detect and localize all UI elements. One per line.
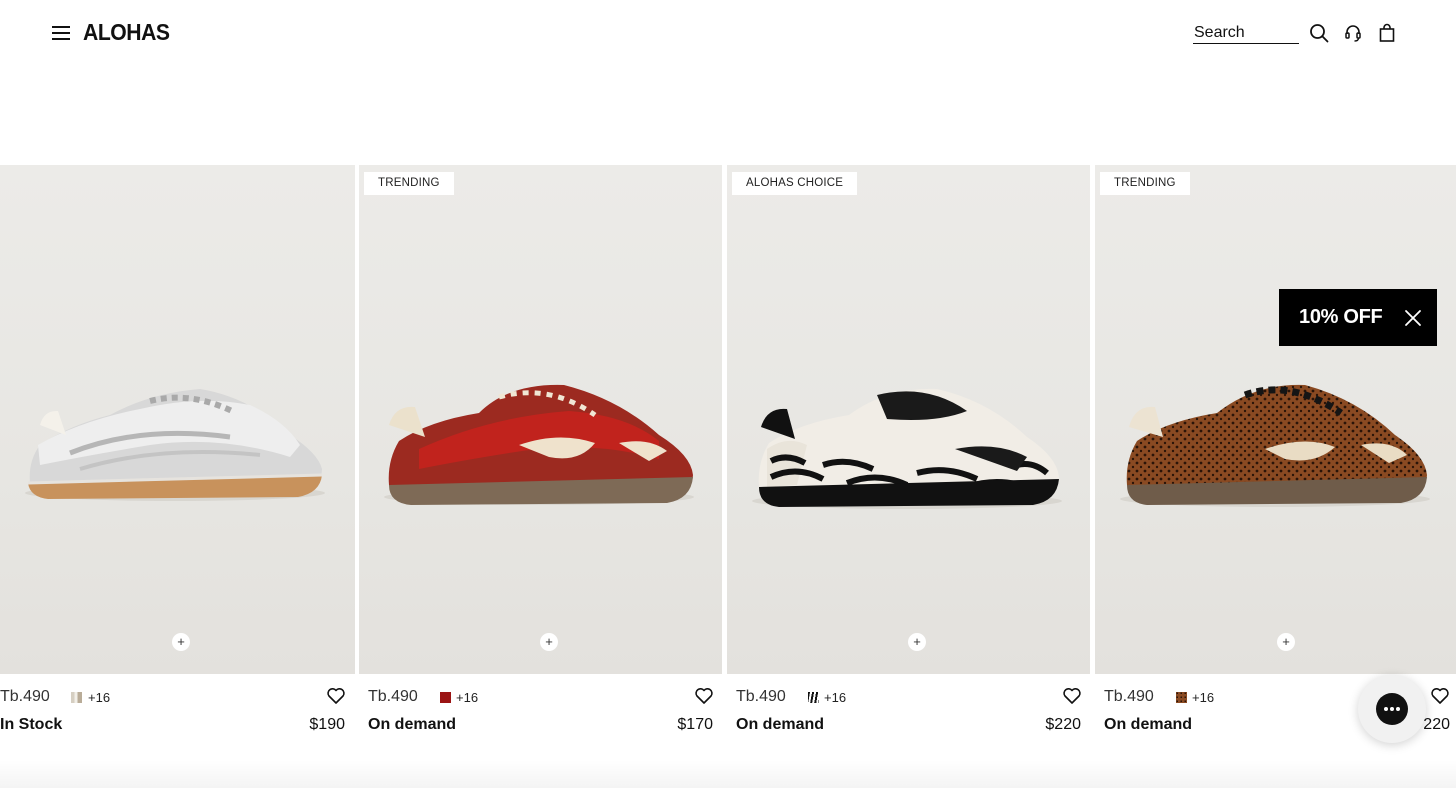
- product-price: $170: [677, 716, 713, 733]
- product-card[interactable]: ALOHAS CHOICE +: [727, 165, 1090, 674]
- product-badge: TRENDING: [1100, 172, 1190, 195]
- product-price: 220: [1423, 716, 1450, 733]
- brand-logo[interactable]: ALOHAS: [83, 19, 170, 46]
- product-model[interactable]: Tb.490: [0, 688, 50, 706]
- more-colors[interactable]: +16: [88, 690, 110, 705]
- shopping-bag-icon[interactable]: [1376, 22, 1398, 44]
- wishlist-heart-icon[interactable]: [694, 686, 714, 706]
- discount-promo-banner[interactable]: 10% OFF: [1279, 289, 1437, 346]
- product-model[interactable]: Tb.490: [1104, 688, 1154, 706]
- close-icon[interactable]: [1403, 308, 1423, 328]
- more-colors[interactable]: +16: [1192, 690, 1214, 705]
- color-swatch[interactable]: [808, 692, 819, 703]
- quick-add-button[interactable]: +: [1277, 633, 1295, 651]
- availability-status: On demand: [736, 716, 825, 733]
- availability-status: On demand: [368, 716, 457, 733]
- silver-sneaker-image: [25, 389, 325, 501]
- leopard-sneaker-image: [1120, 384, 1430, 507]
- product-info: Tb.490 +16 On demand $220: [736, 684, 1090, 744]
- product-price: $190: [309, 716, 345, 733]
- search-input[interactable]: Search: [1193, 22, 1299, 44]
- site-header: ALOHAS Search: [0, 0, 1456, 70]
- customer-service-icon[interactable]: [1342, 22, 1364, 44]
- color-swatch[interactable]: [71, 692, 82, 703]
- hamburger-menu-icon[interactable]: [50, 22, 72, 44]
- chat-bubble-icon: [1376, 693, 1408, 725]
- more-colors[interactable]: +16: [456, 690, 478, 705]
- product-info: Tb.490 +16 On demand $170: [368, 684, 722, 744]
- product-grid: + TRENDING + ALOHAS CHOICE + TRENDING +: [0, 165, 1456, 674]
- product-card[interactable]: TRENDING +: [359, 165, 722, 674]
- promo-label[interactable]: 10% OFF: [1299, 306, 1383, 329]
- zebra-sneaker-image: [752, 388, 1062, 509]
- quick-add-button[interactable]: +: [908, 633, 926, 651]
- product-badge: ALOHAS CHOICE: [732, 172, 858, 195]
- red-sneaker-image: [384, 384, 694, 505]
- wishlist-heart-icon[interactable]: [326, 686, 346, 706]
- quick-add-button[interactable]: +: [172, 633, 190, 651]
- availability-status: On demand: [1104, 716, 1193, 733]
- product-price: $220: [1045, 716, 1081, 733]
- product-model[interactable]: Tb.490: [736, 688, 786, 706]
- color-swatch[interactable]: [1176, 692, 1187, 703]
- product-card[interactable]: TRENDING +: [1095, 165, 1456, 674]
- availability-status: In Stock: [0, 716, 63, 733]
- product-info: Tb.490 +16 In Stock $190: [0, 684, 355, 744]
- search-icon[interactable]: [1308, 22, 1330, 44]
- quick-add-button[interactable]: +: [540, 633, 558, 651]
- wishlist-heart-icon[interactable]: [1062, 686, 1082, 706]
- product-model[interactable]: Tb.490: [368, 688, 418, 706]
- wishlist-heart-icon[interactable]: [1430, 686, 1450, 706]
- product-badge: TRENDING: [364, 172, 454, 195]
- chat-widget-button[interactable]: [1358, 675, 1426, 743]
- more-colors[interactable]: +16: [824, 690, 846, 705]
- color-swatch[interactable]: [440, 692, 451, 703]
- product-card[interactable]: +: [0, 165, 355, 674]
- page-bottom-divider: [0, 760, 1456, 788]
